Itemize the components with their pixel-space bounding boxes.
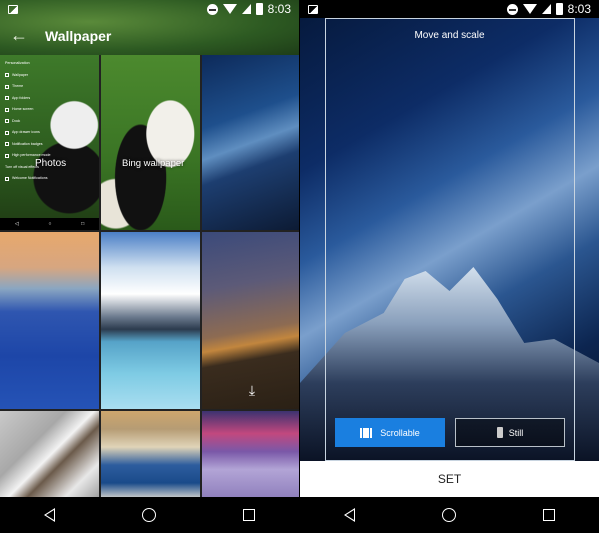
do-not-disturb-icon bbox=[506, 3, 518, 15]
menu-preview-item: Welcome Notifications bbox=[5, 173, 95, 185]
wifi-icon bbox=[222, 4, 237, 14]
menu-preview-item: Home screen bbox=[5, 104, 95, 116]
page-title: Wallpaper bbox=[45, 27, 112, 44]
status-bar: 8:03 bbox=[300, 0, 599, 18]
status-bar: 8:03 bbox=[0, 0, 299, 18]
do-not-disturb-icon bbox=[206, 3, 218, 15]
navigation-bar bbox=[0, 497, 299, 533]
menu-preview-item: Theme bbox=[5, 81, 95, 93]
nav-back-icon[interactable] bbox=[343, 508, 355, 522]
wallpaper-tile-bing[interactable]: Bing wallpaper bbox=[101, 55, 200, 230]
crop-frame[interactable] bbox=[325, 18, 575, 461]
menu-preview-item: Dock bbox=[5, 116, 95, 128]
menu-preview-item: App drawer icons bbox=[5, 127, 95, 139]
navigation-bar bbox=[300, 497, 599, 533]
still-button[interactable]: Still bbox=[455, 418, 565, 447]
battery-icon bbox=[255, 3, 263, 15]
image-notification-icon bbox=[8, 4, 18, 14]
set-button[interactable]: SET bbox=[300, 461, 599, 497]
still-label: Still bbox=[508, 427, 524, 438]
wallpaper-tile[interactable] bbox=[202, 55, 299, 230]
wallpaper-tile[interactable] bbox=[0, 411, 99, 501]
scrollable-button[interactable]: Scrollable bbox=[335, 418, 445, 447]
phone-icon bbox=[496, 427, 503, 438]
scrollable-label: Scrollable bbox=[380, 427, 420, 438]
scrollable-icon bbox=[360, 427, 374, 438]
wallpaper-tile-photos[interactable]: Personalization Wallpaper Theme App fold… bbox=[0, 55, 99, 230]
status-time: 8:03 bbox=[567, 2, 591, 16]
menu-preview-item: Wallpaper bbox=[5, 70, 95, 82]
battery-icon bbox=[555, 3, 563, 15]
cellular-signal-icon bbox=[541, 4, 551, 14]
wallpaper-preview-screen: 8:03 Move and scale Scrollable Still SET bbox=[300, 0, 599, 533]
image-notification-icon bbox=[308, 4, 318, 14]
wifi-icon bbox=[522, 4, 537, 14]
cellular-signal-icon bbox=[241, 4, 251, 14]
nav-back-icon[interactable] bbox=[43, 508, 55, 522]
nav-recents-icon[interactable] bbox=[543, 509, 556, 521]
download-icon[interactable]: ⤓ bbox=[249, 382, 255, 399]
wallpaper-tile[interactable] bbox=[0, 232, 99, 409]
menu-preview-item: Personalization bbox=[5, 61, 30, 65]
nav-home-icon[interactable] bbox=[141, 508, 156, 522]
tile-label-photos: Photos bbox=[35, 158, 67, 169]
wallpaper-tile[interactable] bbox=[202, 411, 299, 501]
wallpaper-grid: Personalization Wallpaper Theme App fold… bbox=[0, 55, 299, 501]
wallpaper-tile[interactable] bbox=[101, 232, 200, 409]
wallpaper-tile[interactable]: ⤓ bbox=[202, 232, 299, 409]
move-and-scale-label: Move and scale bbox=[414, 30, 485, 41]
wallpaper-picker-screen: 8:03 ← Wallpaper Personalization Wallpap… bbox=[0, 0, 299, 533]
app-bar: ← Wallpaper bbox=[0, 18, 299, 53]
tile-label-bing: Bing wallpaper bbox=[122, 158, 185, 169]
status-time: 8:03 bbox=[267, 2, 291, 16]
menu-preview-item: App folders bbox=[5, 93, 95, 105]
menu-preview-item: Notification badges bbox=[5, 139, 95, 151]
preview-nav-bar: ◁ ○ □ bbox=[0, 218, 99, 230]
nav-recents-icon[interactable] bbox=[243, 509, 256, 521]
nav-home-icon[interactable] bbox=[441, 508, 456, 522]
wallpaper-tile[interactable] bbox=[101, 411, 200, 501]
arrow-left-icon[interactable]: ← bbox=[10, 25, 35, 46]
